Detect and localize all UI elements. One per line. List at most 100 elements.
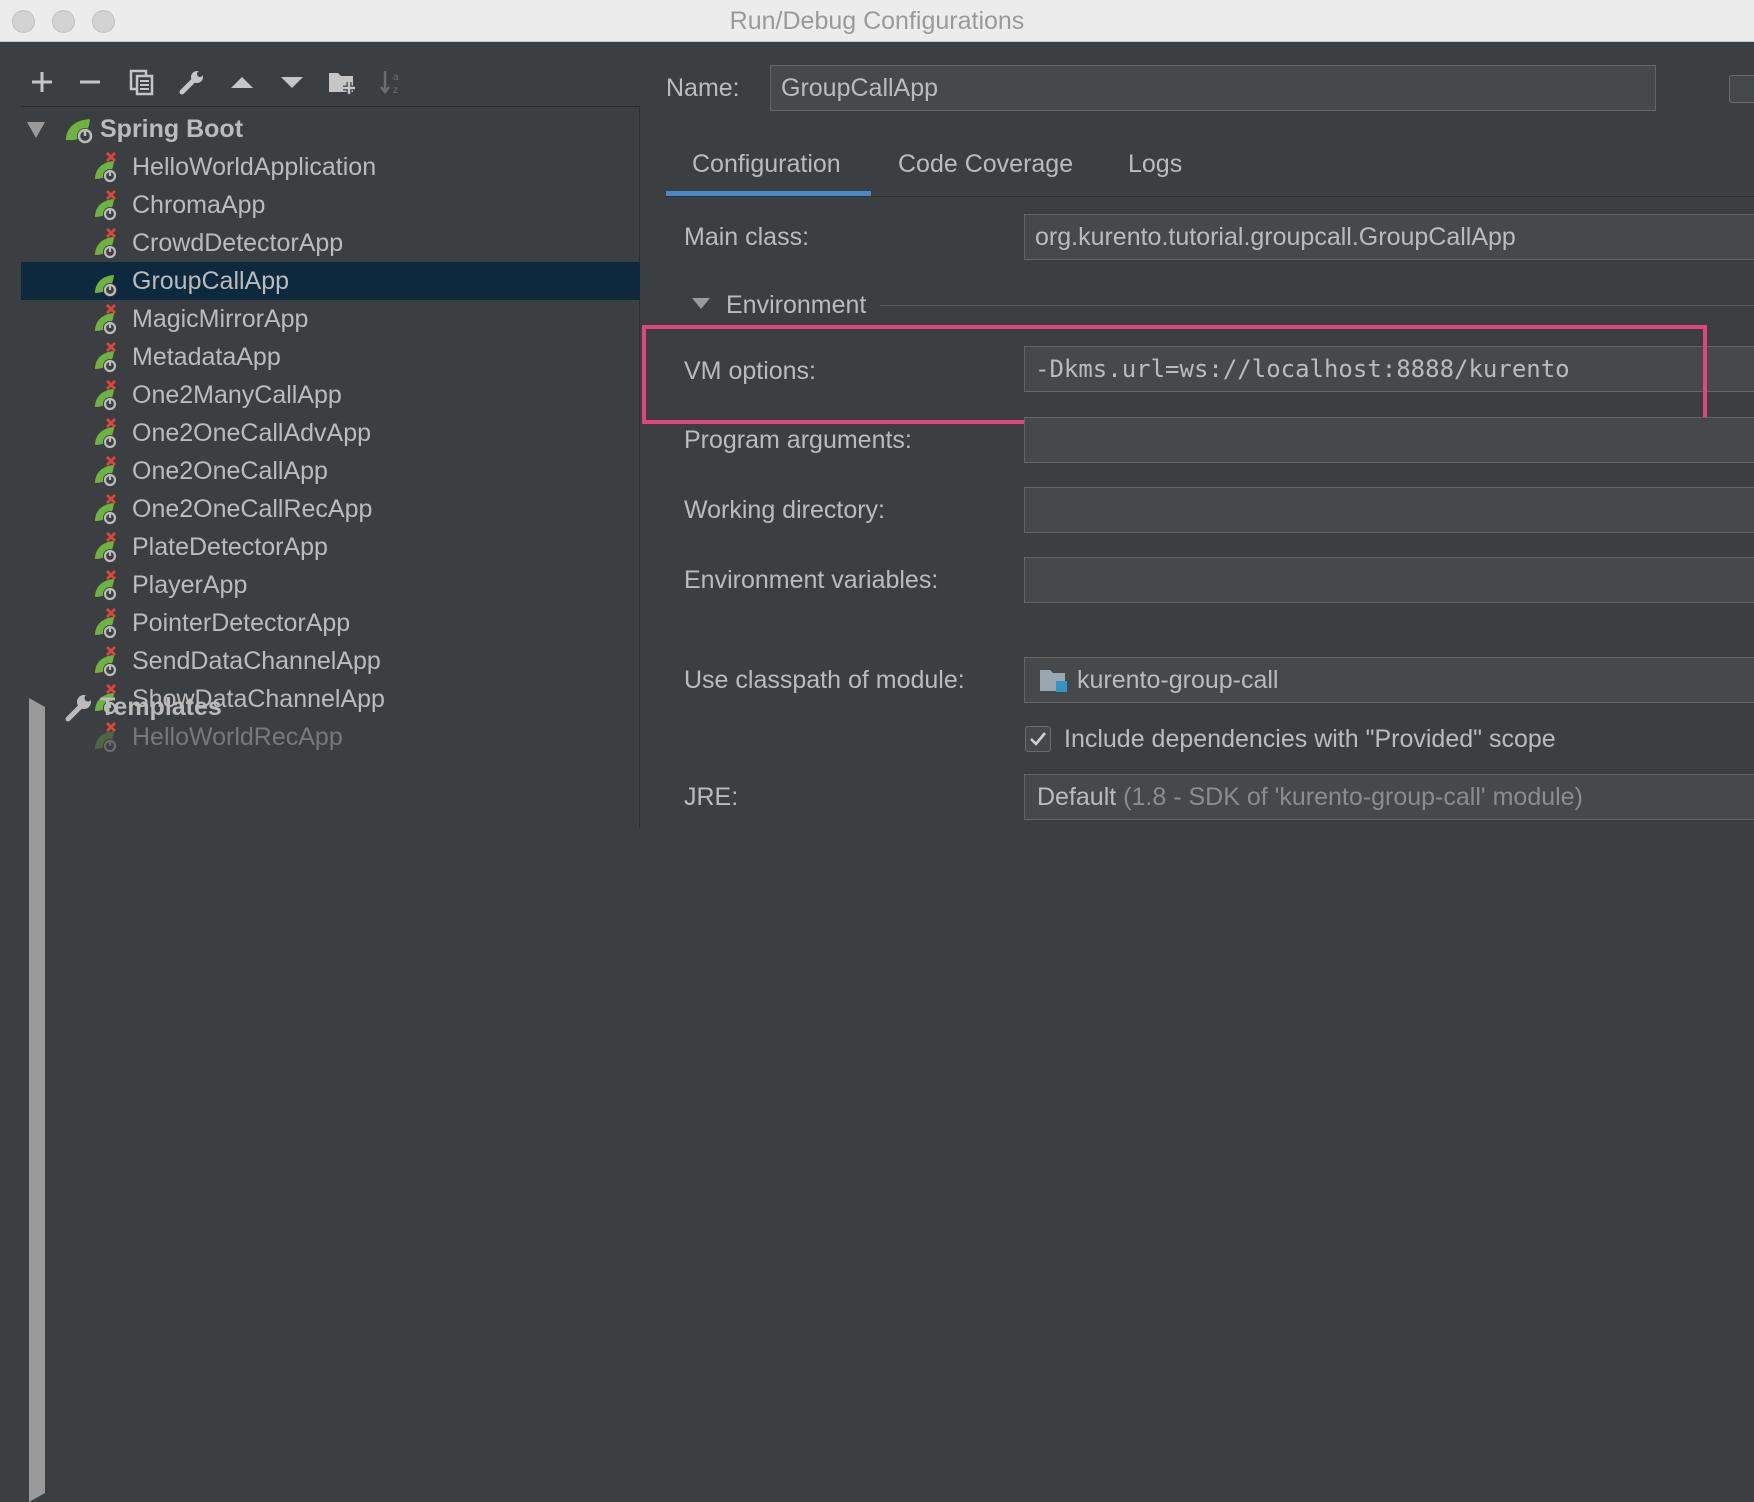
tree-item[interactable]: HelloWorldApplication [21,148,640,186]
spring-boot-run-config-icon [95,380,117,411]
checkmark-icon [1030,732,1047,746]
spring-boot-run-config-icon [95,494,117,525]
tree-item-label: One2OneCallRecApp [132,495,373,523]
tree-item[interactable]: One2OneCallApp [21,452,640,490]
name-field[interactable]: GroupCallApp [770,65,1656,111]
tree-group-label: Templates [100,693,222,721]
expand-arrow-icon[interactable] [27,122,45,138]
spring-boot-run-config-icon [95,646,117,677]
spring-boot-run-config-icon [95,456,117,487]
tree-item-label: MagicMirrorApp [132,305,309,333]
tree-item-label: One2OneCallApp [132,457,328,485]
sort-az-icon: a z [380,71,399,96]
jre-default-text: Default [1037,783,1117,811]
tree-item[interactable]: GroupCallApp [21,262,640,300]
remove-configuration-button[interactable] [68,60,112,104]
main-class-label: Main class: [684,223,810,251]
svg-text:z: z [393,85,398,96]
spring-boot-run-config-icon [95,532,117,563]
share-checkbox[interactable] [1729,75,1754,103]
tab-logs[interactable]: Logs [1128,144,1182,184]
environment-separator [880,305,1754,306]
annotation-highlight-box [642,325,1707,424]
add-configuration-button[interactable] [20,60,64,104]
tree-item-label: One2OneCallAdvApp [132,419,372,447]
classpath-module-label: Use classpath of module: [684,666,965,694]
tree-item[interactable]: MetadataApp [21,338,640,376]
classpath-module-value: kurento-group-call [1077,666,1279,694]
folder-plus-icon [329,73,355,94]
program-arguments-field[interactable] [1024,417,1754,463]
tree-item[interactable]: PointerDetectorApp [21,604,640,642]
name-value: GroupCallApp [781,74,939,102]
environment-variables-field[interactable] [1024,557,1754,603]
environment-collapse-arrow-icon[interactable] [692,298,710,309]
jre-select[interactable]: Default (1.8 - SDK of 'kurento-group-cal… [1024,774,1754,820]
jre-value: Default (1.8 - SDK of 'kurento-group-cal… [1037,775,1583,819]
configurations-tree: Spring Boot HelloWorldApplication ChromaA… [21,106,640,1502]
tree-item-label: One2ManyCallApp [132,381,342,409]
move-down-button[interactable] [270,60,314,104]
tree-item-label: PlateDetectorApp [132,533,328,561]
tree-item[interactable]: ChromaApp [21,186,640,224]
arrow-down-icon [281,77,303,88]
edit-defaults-button[interactable] [170,60,214,104]
tree-group-label: Spring Boot [100,115,244,143]
tree-item-label: CrowdDetectorApp [132,229,344,257]
tree-group-spring-boot[interactable]: Spring Boot [21,110,640,148]
include-dependencies-checkbox[interactable] [1025,726,1051,752]
wrench-icon [65,694,92,722]
working-directory-label: Working directory: [684,496,885,524]
tab-configuration[interactable]: Configuration [692,144,841,184]
tree-item-label: PointerDetectorApp [132,609,351,637]
main-class-field[interactable]: org.kurento.tutorial.groupcall.GroupCall… [1024,214,1754,260]
include-dependencies-label[interactable]: Include dependencies with "Provided" sco… [1064,724,1556,754]
copy-configuration-button[interactable] [120,60,164,104]
tree-item[interactable]: One2OneCallRecApp [21,490,640,528]
tree-item[interactable]: MagicMirrorApp [21,300,640,338]
wrench-icon [179,71,203,95]
spring-boot-run-config-icon [95,275,117,297]
arrow-up-icon [231,77,253,88]
tree-item-label: GroupCallApp [132,267,290,295]
spring-boot-run-config-icon [95,342,117,373]
environment-variables-label: Environment variables: [684,566,939,594]
sort-button[interactable]: a z [370,60,414,104]
tab-code-coverage[interactable]: Code Coverage [898,144,1073,184]
spring-boot-run-config-icon [95,304,117,335]
window-title: Run/Debug Configurations [729,7,1025,35]
classpath-module-select[interactable]: kurento-group-call [1024,657,1754,703]
tree-item[interactable]: PlayerApp [21,566,640,604]
tree-item[interactable]: PlateDetectorApp [21,528,640,566]
jre-label: JRE: [684,783,739,811]
working-directory-field[interactable] [1024,487,1754,533]
spring-boot-icon [66,119,93,144]
move-up-button[interactable] [220,60,264,104]
program-arguments-label: Program arguments: [684,426,912,454]
tree-item[interactable]: One2OneCallAdvApp [21,414,640,452]
tree-item[interactable]: SendDataChannelApp [21,642,640,680]
tab-separator [666,196,1754,197]
title-bar: Run/Debug Configurations [0,0,1754,42]
new-folder-button[interactable] [320,60,364,104]
tree-item[interactable]: One2ManyCallApp [21,376,640,414]
main-class-value: org.kurento.tutorial.groupcall.GroupCall… [1035,223,1516,251]
svg-text:a: a [393,72,399,83]
tree-item-label: SendDataChannelApp [132,647,381,675]
tree-item-label: PlayerApp [132,571,248,599]
environment-section-label[interactable]: Environment [726,290,866,320]
jre-detail-text: (1.8 - SDK of 'kurento-group-call' modul… [1123,783,1583,811]
spring-boot-run-config-icon [95,570,117,601]
active-tab-indicator [666,191,871,196]
spring-boot-run-config-icon [95,228,117,259]
collapse-arrow-icon[interactable] [29,698,1133,1502]
spring-boot-run-config-icon [95,190,117,221]
name-label: Name: [666,74,740,102]
tree-item-label: HelloWorldApplication [132,153,377,181]
spring-boot-run-config-icon [95,418,117,449]
tree-group-templates[interactable]: Templates [21,688,640,1502]
tree-item-label: MetadataApp [132,343,281,371]
tree-item[interactable]: CrowdDetectorApp [21,224,640,262]
spring-boot-run-config-icon [95,608,117,639]
copy-icon [129,69,154,96]
